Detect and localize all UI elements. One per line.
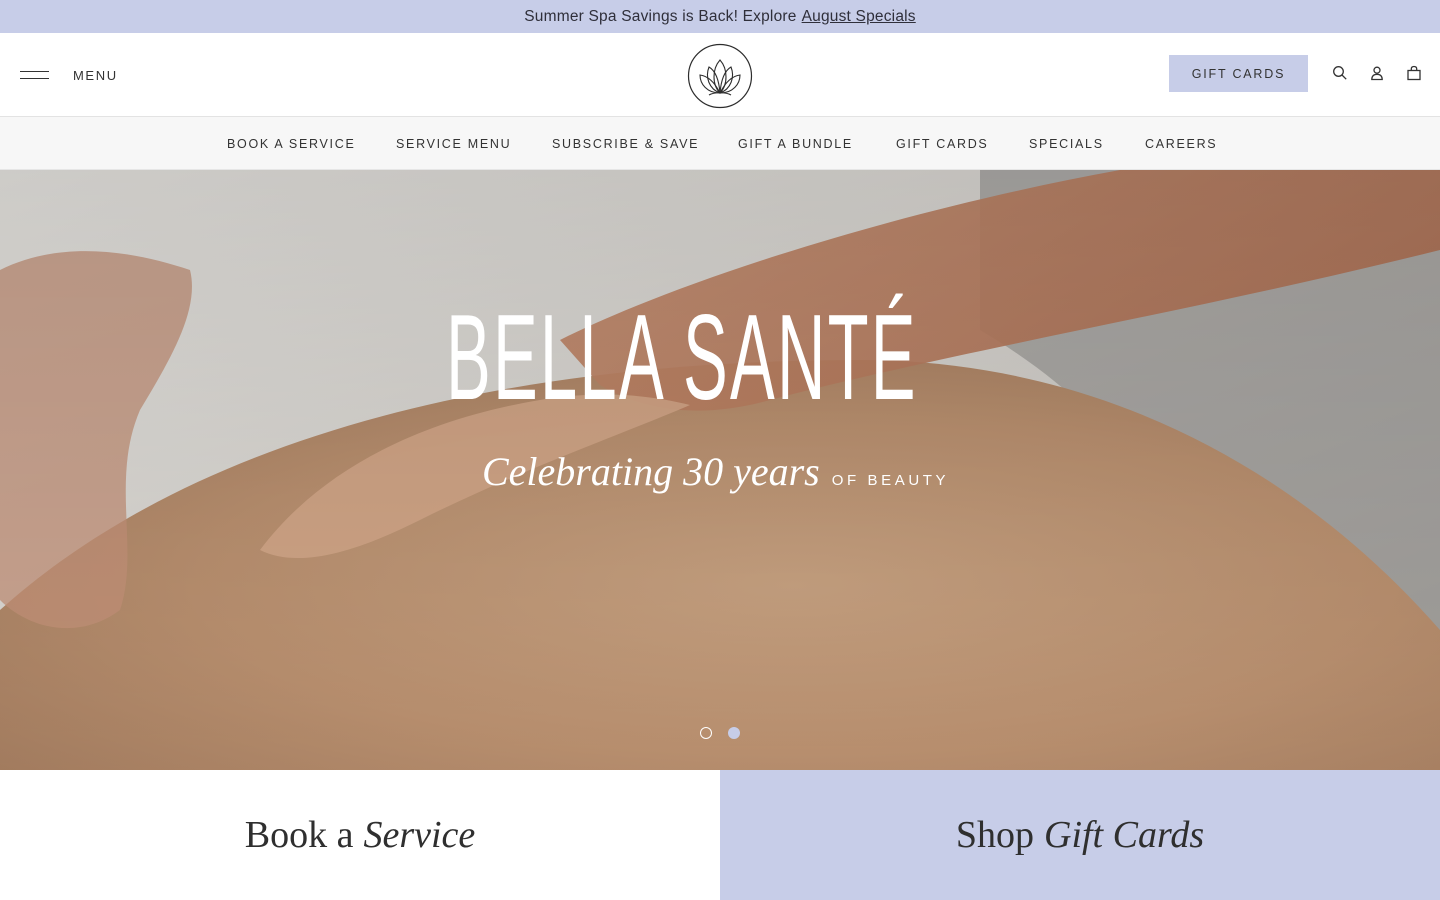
- announcement-text: Summer Spa Savings is Back! Explore: [524, 7, 797, 25]
- hero-tagline-script: Celebrating 30 years: [482, 449, 820, 494]
- main-navigation: BOOK A SERVICE SERVICE MENU SUBSCRIBE & …: [0, 117, 1440, 170]
- book-service-plain: Book a: [244, 814, 354, 856]
- nav-gift-a-bundle[interactable]: GIFT A BUNDLE: [738, 137, 853, 151]
- nav-book-a-service[interactable]: BOOK A SERVICE: [227, 137, 355, 151]
- nav-subscribe-save[interactable]: SUBSCRIBE & SAVE: [552, 137, 699, 151]
- search-icon[interactable]: [1332, 65, 1348, 81]
- shop-gift-cards-card[interactable]: Shop Gift Cards: [720, 770, 1440, 900]
- nav-gift-cards[interactable]: GIFT CARDS: [896, 137, 988, 151]
- lotus-logo-icon[interactable]: [687, 43, 753, 109]
- hero-tagline-small: OF BEAUTY: [831, 472, 950, 489]
- slide-dot-1[interactable]: [700, 727, 712, 739]
- slide-dot-2[interactable]: [728, 727, 740, 739]
- nav-service-menu[interactable]: SERVICE MENU: [396, 137, 511, 151]
- hamburger-icon[interactable]: [20, 71, 49, 80]
- menu-label: MENU: [73, 67, 118, 83]
- nav-careers[interactable]: CAREERS: [1145, 137, 1217, 151]
- hero-banner: BELLA SANTÉ Celebrating 30 years OF BEAU…: [0, 170, 1440, 770]
- menu-toggle-button[interactable]: MENU: [20, 63, 118, 87]
- account-icon[interactable]: [1369, 65, 1385, 81]
- shop-gift-cards-italic: Gift Cards: [1044, 814, 1205, 856]
- nav-specials[interactable]: SPECIALS: [1029, 137, 1104, 151]
- hero-brand-title: BELLA SANTÉ: [446, 289, 918, 425]
- gift-cards-button[interactable]: GIFT CARDS: [1169, 55, 1308, 92]
- hero-tagline: Celebrating 30 years OF BEAUTY: [482, 448, 950, 494]
- book-service-italic: Service: [363, 814, 476, 856]
- cart-icon[interactable]: [1406, 65, 1422, 81]
- august-specials-link[interactable]: August Specials: [802, 8, 916, 26]
- book-service-card[interactable]: Book a Service: [0, 770, 720, 900]
- shop-gift-cards-plain: Shop: [955, 814, 1034, 856]
- announcement-bar: Summer Spa Savings is Back! Explore Augu…: [0, 0, 1440, 33]
- site-header: MENU GIFT CARDS: [0, 33, 1440, 117]
